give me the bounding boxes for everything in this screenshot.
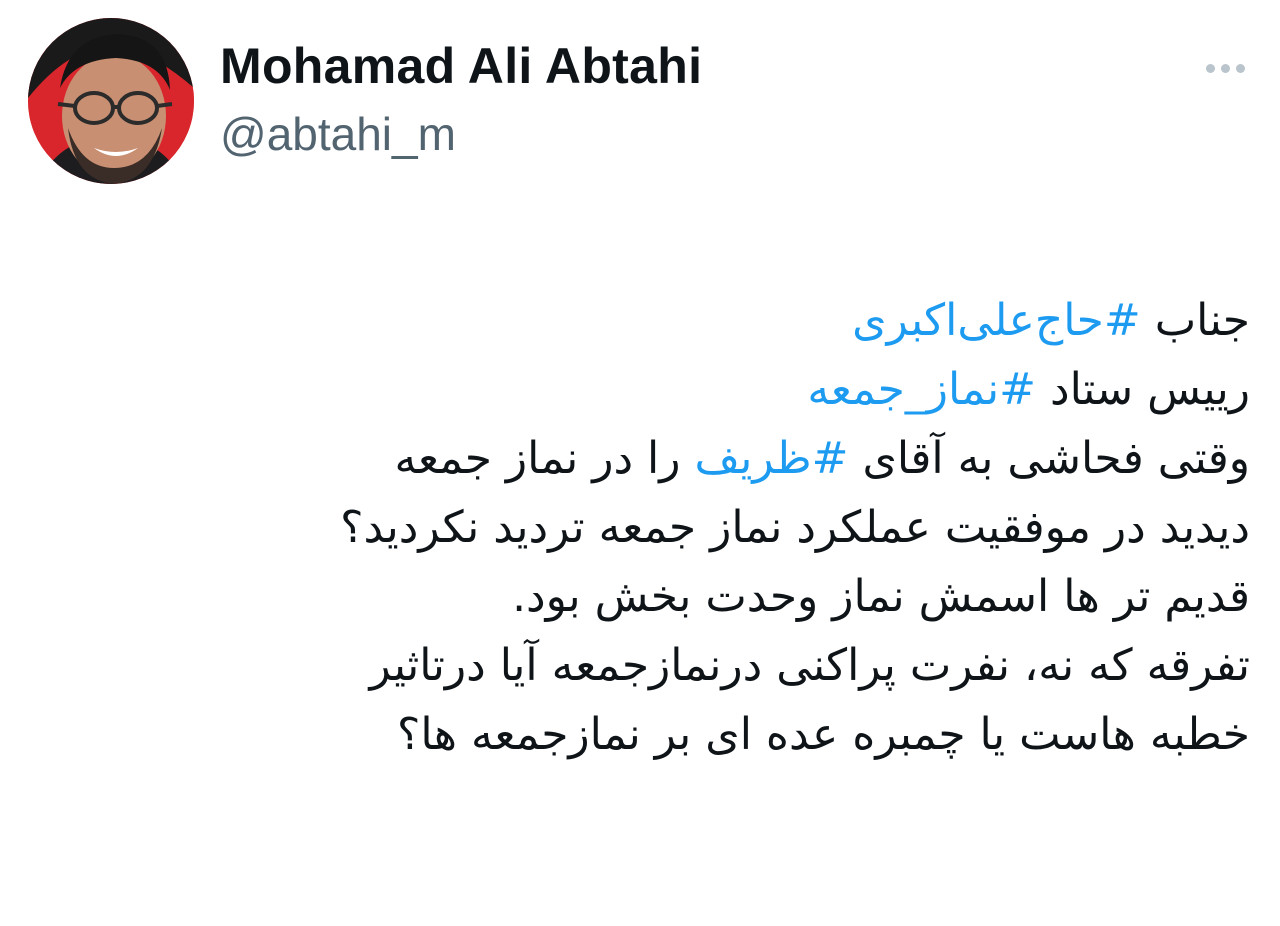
tweet-text-segment: را در نماز جمعه: [394, 433, 695, 484]
tweet-text-segment: رییس ستاد: [1036, 364, 1250, 415]
more-options-button[interactable]: [1200, 50, 1250, 86]
avatar-photo: [28, 18, 194, 184]
tweet-author: Mohamad Ali Abtahi @abtahi_m: [220, 34, 702, 164]
tweet-line: وقتی فحاشی به آقای #ظریف را در نماز جمعه: [70, 424, 1250, 493]
tweet: Mohamad Ali Abtahi @abtahi_m جناب #حاج‌ع…: [0, 0, 1280, 926]
tweet-line: دیدید در موفقیت عملکرد نماز جمعه تردید ن…: [340, 502, 1250, 553]
tweet-line: تفرقه که نه، نفرت پراکنی درنمازجمعه آیا …: [369, 640, 1250, 691]
hashtag-link[interactable]: #حاج‌علی‌اکبری: [852, 295, 1141, 346]
tweet-text-segment: جناب: [1140, 295, 1250, 346]
author-display-name[interactable]: Mohamad Ali Abtahi: [220, 34, 702, 98]
hashtag-link[interactable]: #نماز_جمعه: [807, 364, 1036, 415]
hashtag-link[interactable]: #ظریف: [695, 433, 849, 484]
tweet-line: جناب #حاج‌علی‌اکبری: [70, 286, 1250, 355]
more-dots-icon: [1205, 63, 1245, 73]
tweet-line: قدیم تر ها اسمش نماز وحدت بخش بود.: [512, 571, 1250, 622]
avatar[interactable]: [28, 18, 194, 184]
tweet-line: خطبه هاست یا چمبره عده ای بر نمازجمعه ها…: [397, 709, 1250, 760]
tweet-text: جناب #حاج‌علی‌اکبری رییس ستاد #نماز_جمعه…: [70, 286, 1250, 769]
author-handle[interactable]: @abtahi_m: [220, 104, 702, 164]
tweet-text-segment: وقتی فحاشی به آقای: [848, 433, 1250, 484]
tweet-line: رییس ستاد #نماز_جمعه: [70, 355, 1250, 424]
